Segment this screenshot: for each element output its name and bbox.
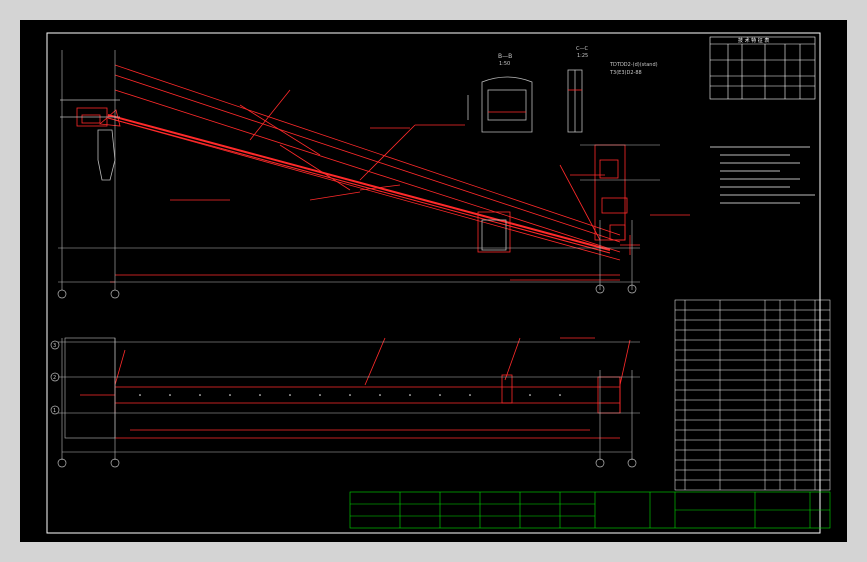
tech-table-title: 技 术 特 征 表	[738, 37, 769, 44]
axis-bubbles-plan	[50, 340, 637, 468]
note-right-1: TDTDD2-(d)(stand)	[609, 62, 658, 68]
axis-label-2: 2	[53, 375, 56, 381]
elevation-view	[60, 64, 690, 283]
section-bb-scale: 1:50	[499, 61, 510, 67]
section-bb-title: B—B	[498, 53, 512, 60]
plan-grid	[58, 337, 640, 460]
axis-label-1: 1	[53, 408, 56, 414]
note-right-2: T3(E3)D2-88	[609, 70, 642, 76]
parts-list	[674, 299, 831, 491]
section-bb	[467, 76, 533, 133]
axis-bubbles-elevation	[57, 284, 637, 299]
tech-table	[709, 36, 816, 100]
cad-viewport[interactable]: B—B 1:50 C—C 1:25 TDTDD2-(d)(stand) T3(E…	[20, 20, 847, 542]
notes-block	[710, 146, 815, 204]
title-block	[349, 491, 831, 529]
plan-view	[80, 337, 631, 439]
section-cc	[567, 69, 583, 133]
drawing-sheet: B—B 1:50 C—C 1:25 TDTDD2-(d)(stand) T3(E…	[46, 32, 831, 534]
section-cc-scale: 1:25	[577, 53, 588, 59]
section-cc-title: C—C	[576, 46, 588, 52]
axis-label-3: 3	[53, 343, 56, 349]
plan-dots	[139, 394, 561, 396]
outer-frame	[46, 32, 821, 534]
